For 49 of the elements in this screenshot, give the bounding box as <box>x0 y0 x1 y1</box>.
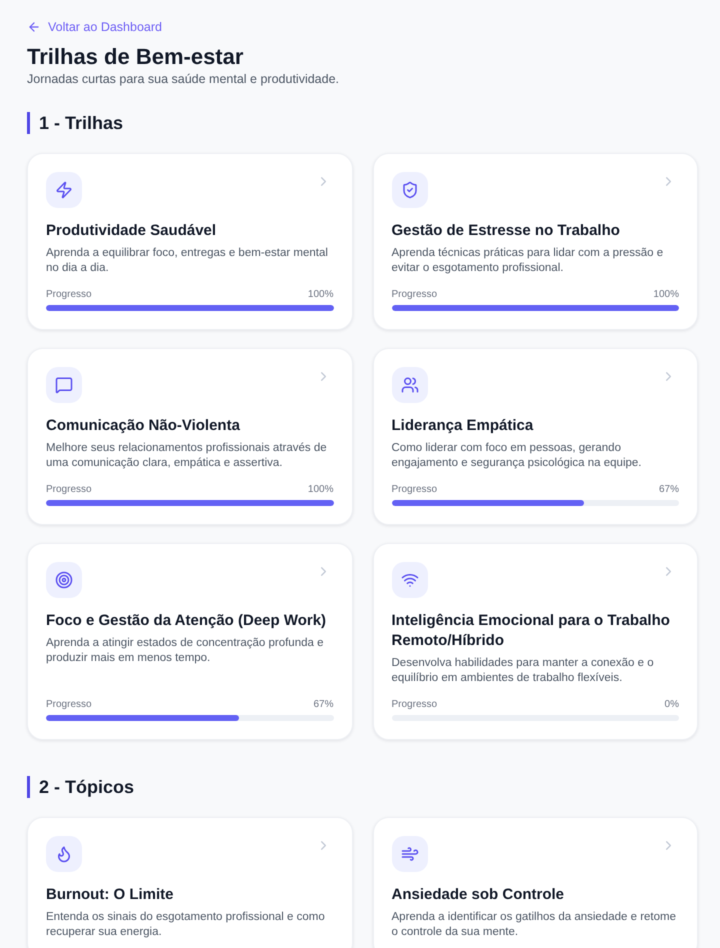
card-title: Produtividade Saudável <box>46 221 218 241</box>
trail-card[interactable]: Inteligência Emocional para o Trabalho Remoto/Híbrido Desenvolva habilidades para manter a conexão e o equilíbrio em ambientes de trabalho flexíveis. Progresso 0% <box>372 543 698 740</box>
trail-card[interactable]: Foco e Gestão da Atenção (Deep Work) Aprenda a atingir estados de concentração profunda e produzir mais em menos tempo. Progresso 67% <box>27 543 352 740</box>
trail-card[interactable]: Produtividade Saudável Aprenda a equilibrar foco, entregas e bem-estar mental no dia a dia. Progresso 100% <box>27 153 352 330</box>
page-subtitle: Jornadas curtas para sua saúde mental e produtividade. <box>27 71 339 87</box>
back-link[interactable]: Voltar ao Dashboard <box>27 19 162 35</box>
section-heading: 1 - Trilhas <box>27 112 124 134</box>
card-title: Gestão de Estresse no Trabalho <box>392 221 621 241</box>
progress-label: Progresso <box>392 699 438 711</box>
page-title: Trilhas de Bem-estar <box>27 43 244 71</box>
card-title: Ansiedade sob Controle <box>392 885 566 905</box>
lightning-icon <box>46 172 82 208</box>
card-description: Desenvolva habilidades para manter a conexão e o equilíbrio em ambientes de trabalho flexíveis. <box>392 656 655 686</box>
progress-label: Progresso <box>392 289 438 301</box>
flame-icon <box>46 836 82 872</box>
card-title: Inteligência Emocional para o Trabalho Remoto/Híbrido <box>392 611 671 651</box>
card-description: Aprenda a atingir estados de concentração profunda e produzir mais em menos tempo. <box>46 636 324 666</box>
people-icon <box>392 367 428 403</box>
card-description: Entenda os sinais do esgotamento profissional e como recuperar sua energia. <box>46 910 326 940</box>
progress-percent: 100% <box>308 289 334 301</box>
progress-percent: 67% <box>313 699 334 711</box>
wifi-icon <box>392 562 428 598</box>
card-description: Aprenda técnicas práticas para lidar com a pressão e evitar o esgotamento profissional. <box>392 246 664 276</box>
trail-card[interactable]: Gestão de Estresse no Trabalho Aprenda técnicas práticas para lidar com a pressão e evitar o esgotamento profissional. Progresso 100% <box>372 153 698 330</box>
trail-card[interactable]: Burnout: O Limite Entenda os sinais do esgotamento profissional e como recuperar sua energia. <box>27 817 352 948</box>
progress-label: Progresso <box>46 484 92 496</box>
speech-bubble-icon <box>46 367 82 403</box>
card-title: Foco e Gestão da Atenção (Deep Work) <box>46 611 328 631</box>
trail-card[interactable]: Liderança Empática Como liderar com foco em pessoas, gerando engajamento e segurança psicológica na equipe. Progresso 67% <box>372 348 698 525</box>
target-icon <box>46 562 82 598</box>
trail-card[interactable]: Ansiedade sob Controle Aprenda a identificar os gatilhos da ansiedade e retome o controle da sua mente. <box>372 817 698 948</box>
progress-label: Progresso <box>46 699 92 711</box>
card-title: Comunicação Não-Violenta <box>46 416 241 436</box>
card-description: Aprenda a equilibrar foco, entregas e bem-estar mental no dia a dia. <box>46 246 329 276</box>
card-description: Melhore seus relacionamentos profissionais através de uma comunicação clara, empática e assertiva. <box>46 441 328 471</box>
card-title: Burnout: O Limite <box>46 885 174 905</box>
progress-percent: 67% <box>658 484 679 496</box>
wind-icon <box>392 836 428 872</box>
progress-percent: 0% <box>664 699 679 711</box>
card-title: Liderança Empática <box>392 416 534 436</box>
progress-label: Progresso <box>46 289 92 301</box>
progress-percent: 100% <box>653 289 679 301</box>
trail-card[interactable]: Comunicação Não-Violenta Melhore seus relacionamentos profissionais através de uma comunicação clara, empática e assertiva. Progresso 100% <box>27 348 352 525</box>
progress-label: Progresso <box>392 484 438 496</box>
shield-check-icon <box>392 172 428 208</box>
card-description: Aprenda a identificar os gatilhos da ansiedade e retome o controle da sua mente. <box>392 910 677 940</box>
progress-percent: 100% <box>308 484 334 496</box>
section-heading: 2 - Tópicos <box>27 776 134 798</box>
card-description: Como liderar com foco em pessoas, gerando engajamento e segurança psicológica na equipe. <box>392 441 642 471</box>
